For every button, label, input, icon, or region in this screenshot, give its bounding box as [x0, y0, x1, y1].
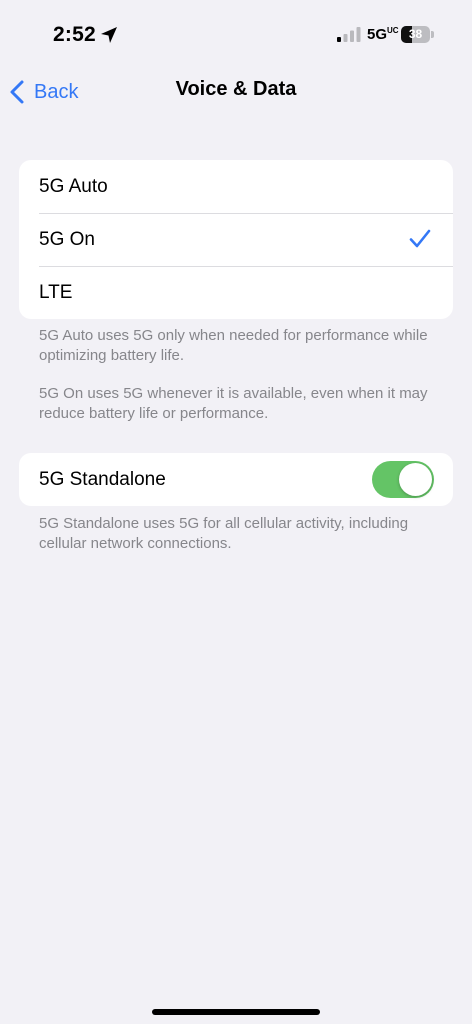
option-label: 5G Auto [39, 175, 108, 197]
standalone-row: 5G Standalone [19, 453, 453, 506]
option-label: LTE [39, 281, 73, 303]
option-5g-on[interactable]: 5G On [19, 213, 453, 266]
toggle-knob [399, 463, 432, 496]
battery-body: 38 [401, 26, 430, 43]
voice-data-options-group: 5G Auto 5G On LTE [19, 160, 453, 319]
standalone-label: 5G Standalone [39, 468, 166, 490]
option-lte[interactable]: LTE [19, 266, 453, 319]
battery-cap [431, 31, 434, 38]
battery-percent: 38 [408, 27, 423, 41]
location-arrow-icon [101, 27, 117, 43]
status-bar: 2:52 5GUC 38 [0, 0, 472, 70]
checkmark-icon [409, 229, 431, 248]
footnote-5g-on: 5G On uses 5G whenever it is available, … [39, 385, 428, 422]
footnote-5g-standalone: 5G Standalone uses 5G for all cellular a… [39, 515, 409, 552]
network-type: 5GUC [367, 26, 399, 43]
home-indicator[interactable] [152, 1009, 320, 1015]
option-label: 5G On [39, 228, 95, 250]
status-time: 2:52 [53, 23, 96, 46]
standalone-group: 5G Standalone [19, 453, 453, 506]
network-suffix: UC [387, 26, 399, 35]
footnote-5g-auto: 5G Auto uses 5G only when needed for per… [39, 327, 428, 364]
page-title: Voice & Data [175, 78, 297, 100]
standalone-toggle[interactable] [372, 461, 434, 498]
voice-data-screen: 2:52 5GUC 38 Back Voice & Data 5G Auto 5… [0, 0, 472, 1024]
signal-bars-icon [337, 27, 361, 42]
battery-icon: 38 [401, 26, 434, 43]
option-5g-auto[interactable]: 5G Auto [19, 160, 453, 213]
network-label: 5G [367, 26, 388, 43]
